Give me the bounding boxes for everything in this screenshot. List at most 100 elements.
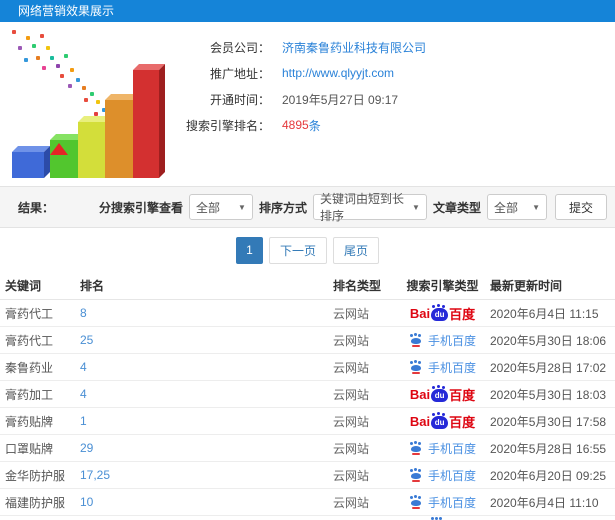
open-time-row: 开通时间： 2019年5月27日 09:17 (178, 86, 426, 112)
keyword-cell: 膏药代工 (5, 333, 54, 348)
table-row: 口罩贴牌 29 云网站 手机百度 2020年5月28日 16:55 (0, 435, 615, 462)
engine-cell: 手机百度 (395, 467, 490, 484)
filter-bar: 结果： 分搜索引擎查看 全部 ▼ 排序方式 关键词由短到长排序 ▼ 文章类型 全… (0, 186, 615, 228)
rank-link[interactable]: 25 (80, 333, 333, 347)
open-time-value: 2019年5月27日 09:17 (282, 92, 399, 107)
engine-rank-row: 搜索引擎排名： 4895 条 (178, 112, 426, 138)
update-time-cell: 2020年5月30日 18:03 (490, 387, 607, 402)
keyword-cell: 口罩贴牌 (5, 441, 54, 456)
bar-blue (12, 152, 44, 178)
member-company-link[interactable]: 济南秦鲁药业科技有限公司 (282, 39, 426, 56)
engine-cell: 手机百度 (395, 494, 490, 511)
rank-link[interactable]: 4 (80, 360, 333, 374)
engine-cell: Bai du 百度 (395, 385, 490, 404)
filter-controls: 分搜索引擎查看 全部 ▼ 排序方式 关键词由短到长排序 ▼ 文章类型 全部 ▼ … (93, 192, 607, 223)
rank-type-cell: 云网站 (333, 441, 370, 456)
promo-url-row: 推广地址： http://www.qlyyjt.com (178, 60, 426, 86)
submit-button[interactable]: 提交 (554, 194, 607, 220)
table-row: 膏药贴牌 1 云网站 Bai du 百度 2020年5月30日 17:58 (0, 408, 615, 435)
next-page-button[interactable]: 下一页 (268, 236, 327, 264)
col-header-keyword: 关键词 (5, 279, 42, 293)
promo-url-label: 推广地址： (209, 66, 270, 81)
article-type-selected: 全部 (493, 200, 518, 215)
mobile-baidu-paw-icon (409, 441, 423, 455)
mobile-baidu-logo: 手机百度 (409, 440, 476, 457)
sort-selected: 关键词由短到长排序 (319, 192, 404, 223)
engine-rank-label: 搜索引擎排名： (185, 118, 270, 133)
mobile-baidu-logo: 手机百度 (409, 494, 476, 511)
company-info-section: 会员公司： 济南秦鲁药业科技有限公司 推广地址： http://www.qlyy… (0, 22, 615, 186)
engine-view-select[interactable]: 全部 ▼ (188, 194, 253, 220)
rank-link[interactable]: 1 (80, 414, 333, 428)
update-time-cell: 2020年6月4日 11:15 (490, 306, 599, 321)
rank-type-cell: 云网站 (333, 306, 370, 321)
pagination: 1 下一页 尾页 (0, 228, 615, 272)
open-time-label: 开通时间： (209, 92, 270, 107)
rank-link[interactable]: 10 (80, 495, 333, 509)
rank-link[interactable]: 4 (80, 387, 333, 401)
member-company-label: 会员公司： (209, 40, 270, 55)
bar-red (133, 70, 159, 178)
col-header-rank: 排名 (80, 279, 105, 293)
chevron-down-icon: ▼ (532, 202, 540, 212)
update-time-cell: 2020年6月20日 09:25 (490, 468, 607, 483)
table-row: 膏药加工 4 云网站 Bai du 百度 2020年5月30日 18:03 (0, 381, 615, 408)
engine-cell: 手机百度 (395, 332, 490, 349)
result-section-label: 结果： (18, 200, 55, 215)
mobile-baidu-paw-icon (409, 495, 423, 509)
update-time-cell: 2020年5月30日 18:06 (490, 333, 607, 348)
rank-type-cell: 云网站 (333, 360, 370, 375)
keyword-cell: 膏药代工 (5, 306, 54, 321)
update-time-cell: 2020年5月28日 16:55 (490, 441, 607, 456)
mobile-baidu-paw-icon (409, 360, 423, 374)
mobile-baidu-logo: 手机百度 (409, 467, 476, 484)
member-company-row: 会员公司： 济南秦鲁药业科技有限公司 (178, 34, 426, 60)
table-header-row: 关键词 排名 排名类型 搜索引擎类型 最新更新时间 (0, 272, 615, 300)
baidu-paw-icon: du (431, 304, 449, 321)
baidu-logo: Bai du 百度 (409, 412, 476, 430)
page-button-current[interactable]: 1 (235, 236, 263, 264)
mobile-baidu-logo: 手机百度 (409, 359, 476, 376)
confetti-decoration (12, 30, 16, 34)
chevron-down-icon: ▼ (412, 202, 420, 212)
baidu-paw-icon: du (431, 412, 449, 429)
rank-type-cell: 云网站 (333, 468, 370, 483)
promo-url-link[interactable]: http://www.qlyyjt.com (282, 66, 394, 80)
keyword-cell: 金华防护服 (5, 468, 66, 483)
engine-cell: Bai du 百度 (395, 304, 490, 323)
keyword-cell: 膏药加工 (5, 387, 54, 402)
page-title: 网络营销效果展示 (18, 4, 115, 18)
bar-orange (105, 100, 133, 178)
table-row: 秦鲁药业 4 云网站 手机百度 2020年5月28日 17:02 (0, 354, 615, 381)
rank-type-cell: 云网站 (333, 495, 370, 510)
mobile-baidu-paw-icon (409, 468, 423, 482)
update-time-cell: 2020年6月4日 11:10 (490, 495, 599, 510)
up-arrow-icon (50, 126, 68, 155)
page-title-bar: 网络营销效果展示 (0, 0, 615, 22)
engine-view-selected: 全部 (195, 200, 220, 215)
update-time-cell: 2020年5月30日 17:58 (490, 414, 607, 429)
table-row: 金华防护服 17,25 云网站 手机百度 2020年6月20日 09:25 (0, 462, 615, 489)
rank-link[interactable]: 29 (80, 441, 333, 455)
sort-label: 排序方式 (258, 200, 307, 215)
last-page-button[interactable]: 尾页 (333, 236, 380, 264)
rank-type-cell: 云网站 (333, 387, 370, 402)
rank-link[interactable]: 8 (80, 306, 333, 320)
sort-select[interactable]: 关键词由短到长排序 ▼ (312, 192, 427, 223)
table-row: 膏药代工 8 云网站 Bai du 百度 2020年6月4日 11:15 (0, 300, 615, 327)
bar-yellow (78, 122, 106, 178)
engine-cell: Bai du 百度 (395, 412, 490, 431)
engine-view-label: 分搜索引擎查看 (98, 200, 183, 215)
article-type-select[interactable]: 全部 ▼ (486, 194, 547, 220)
chevron-down-icon: ▼ (238, 202, 246, 212)
mobile-baidu-paw-icon (409, 333, 423, 347)
company-fields: 会员公司： 济南秦鲁药业科技有限公司 推广地址： http://www.qlyy… (178, 22, 426, 186)
baidu-logo: Bai du 百度 (409, 385, 476, 403)
baidu-paw-icon: du (431, 385, 449, 402)
rank-link[interactable]: 17,25 (80, 468, 333, 482)
col-header-updated: 最新更新时间 (490, 279, 563, 293)
page: 网络营销效果展示 会员公司： 济南秦鲁药业科技有限公司 推广地址： http:/… (0, 0, 615, 520)
table-row: 福建防护服 10 云网站 手机百度 2020年6月4日 11:10 (0, 489, 615, 516)
engine-cell: 手机百度 (395, 440, 490, 457)
bar-chart-illustration (0, 22, 178, 186)
